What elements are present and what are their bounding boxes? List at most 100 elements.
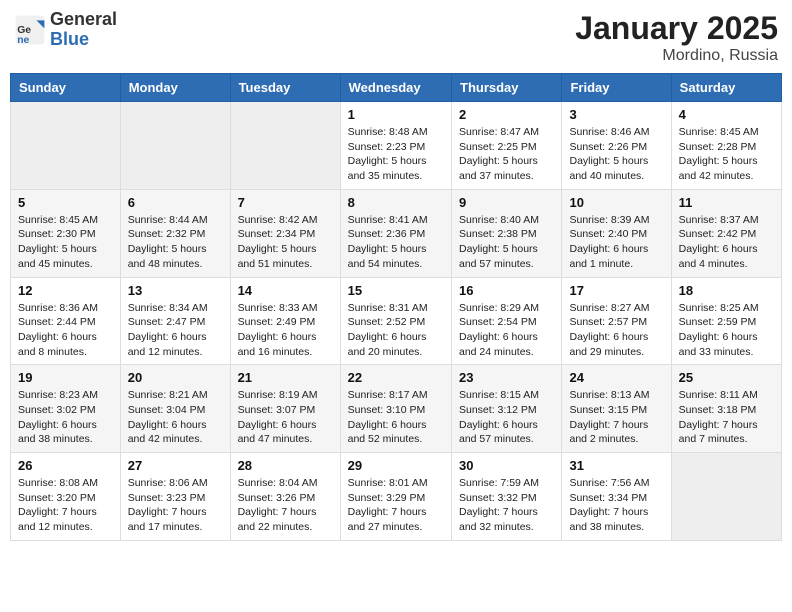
svg-text:ne: ne xyxy=(17,35,29,46)
logo-blue-text: Blue xyxy=(50,30,117,50)
calendar-cell: 11 Sunrise: 8:37 AM Sunset: 2:42 PM Dayli… xyxy=(671,189,781,277)
day-number: 30 xyxy=(459,458,554,473)
calendar-cell xyxy=(671,453,781,541)
day-number: 5 xyxy=(18,195,113,210)
day-info: Sunrise: 8:17 AM Sunset: 3:10 PM Dayligh… xyxy=(348,388,444,447)
day-number: 16 xyxy=(459,283,554,298)
day-info: Sunrise: 8:27 AM Sunset: 2:57 PM Dayligh… xyxy=(569,301,663,360)
day-info: Sunrise: 8:34 AM Sunset: 2:47 PM Dayligh… xyxy=(128,301,223,360)
day-info: Sunrise: 8:46 AM Sunset: 2:26 PM Dayligh… xyxy=(569,125,663,184)
week-row-4: 19Sunrise: 8:23 AM Sunset: 3:02 PM Dayli… xyxy=(11,365,782,453)
day-number: 15 xyxy=(348,283,444,298)
calendar-cell: 23Sunrise: 8:15 AM Sunset: 3:12 PM Dayli… xyxy=(452,365,562,453)
calendar-cell: 8 Sunrise: 8:41 AM Sunset: 2:36 PM Daylig… xyxy=(340,189,451,277)
day-number: 19 xyxy=(18,370,113,385)
day-number: 29 xyxy=(348,458,444,473)
calendar-header-row: SundayMondayTuesdayWednesdayThursdayFrid… xyxy=(11,74,782,102)
calendar-cell: 6 Sunrise: 8:44 AM Sunset: 2:32 PM Daylig… xyxy=(120,189,230,277)
calendar-cell: 1Sunrise: 8:48 AM Sunset: 2:23 PM Daylig… xyxy=(340,102,451,190)
day-header-wednesday: Wednesday xyxy=(340,74,451,102)
day-info: Sunrise: 8:21 AM Sunset: 3:04 PM Dayligh… xyxy=(128,388,223,447)
day-number: 9 xyxy=(459,195,554,210)
day-info: Sunrise: 8:45 AM Sunset: 2:28 PM Dayligh… xyxy=(679,125,774,184)
day-number: 8 xyxy=(348,195,444,210)
day-header-monday: Monday xyxy=(120,74,230,102)
day-number: 23 xyxy=(459,370,554,385)
calendar-cell: 5 Sunrise: 8:45 AM Sunset: 2:30 PM Daylig… xyxy=(11,189,121,277)
day-info: Sunrise: 8:01 AM Sunset: 3:29 PM Dayligh… xyxy=(348,476,444,535)
week-row-1: 1Sunrise: 8:48 AM Sunset: 2:23 PM Daylig… xyxy=(11,102,782,190)
calendar-cell: 21Sunrise: 8:19 AM Sunset: 3:07 PM Dayli… xyxy=(230,365,340,453)
day-info: Sunrise: 8:41 AM Sunset: 2:36 PM Dayligh… xyxy=(348,213,444,272)
day-number: 18 xyxy=(679,283,774,298)
day-info: Sunrise: 8:08 AM Sunset: 3:20 PM Dayligh… xyxy=(18,476,113,535)
logo-general-text: General xyxy=(50,10,117,30)
calendar-cell: 26 Sunrise: 8:08 AM Sunset: 3:20 PM Dayli… xyxy=(11,453,121,541)
day-info: Sunrise: 8:45 AM Sunset: 2:30 PM Dayligh… xyxy=(18,213,113,272)
day-header-tuesday: Tuesday xyxy=(230,74,340,102)
week-row-2: 5 Sunrise: 8:45 AM Sunset: 2:30 PM Daylig… xyxy=(11,189,782,277)
day-number: 2 xyxy=(459,107,554,122)
day-info: Sunrise: 8:36 AM Sunset: 2:44 PM Dayligh… xyxy=(18,301,113,360)
calendar-cell xyxy=(230,102,340,190)
day-number: 11 xyxy=(679,195,774,210)
calendar-cell: 31Sunrise: 7:56 AM Sunset: 3:34 PM Dayli… xyxy=(562,453,671,541)
calendar-cell: 9Sunrise: 8:40 AM Sunset: 2:38 PM Daylig… xyxy=(452,189,562,277)
day-info: Sunrise: 8:29 AM Sunset: 2:54 PM Dayligh… xyxy=(459,301,554,360)
day-info: Sunrise: 7:59 AM Sunset: 3:32 PM Dayligh… xyxy=(459,476,554,535)
day-header-friday: Friday xyxy=(562,74,671,102)
day-info: Sunrise: 7:56 AM Sunset: 3:34 PM Dayligh… xyxy=(569,476,663,535)
day-info: Sunrise: 8:37 AM Sunset: 2:42 PM Dayligh… xyxy=(679,213,774,272)
day-number: 21 xyxy=(238,370,333,385)
day-number: 1 xyxy=(348,107,444,122)
calendar-cell: 3 Sunrise: 8:46 AM Sunset: 2:26 PM Daylig… xyxy=(562,102,671,190)
day-info: Sunrise: 8:44 AM Sunset: 2:32 PM Dayligh… xyxy=(128,213,223,272)
calendar-cell xyxy=(120,102,230,190)
day-number: 13 xyxy=(128,283,223,298)
day-info: Sunrise: 8:42 AM Sunset: 2:34 PM Dayligh… xyxy=(238,213,333,272)
day-number: 6 xyxy=(128,195,223,210)
day-number: 24 xyxy=(569,370,663,385)
day-info: Sunrise: 8:04 AM Sunset: 3:26 PM Dayligh… xyxy=(238,476,333,535)
logo-icon: Ge ne xyxy=(14,14,46,46)
calendar-cell: 29 Sunrise: 8:01 AM Sunset: 3:29 PM Dayli… xyxy=(340,453,451,541)
calendar-cell: 20 Sunrise: 8:21 AM Sunset: 3:04 PM Dayli… xyxy=(120,365,230,453)
calendar-title: January 2025 xyxy=(575,10,778,47)
calendar-cell: 24Sunrise: 8:13 AM Sunset: 3:15 PM Dayli… xyxy=(562,365,671,453)
day-number: 26 xyxy=(18,458,113,473)
calendar-cell: 4 Sunrise: 8:45 AM Sunset: 2:28 PM Daylig… xyxy=(671,102,781,190)
calendar-cell: 14 Sunrise: 8:33 AM Sunset: 2:49 PM Dayli… xyxy=(230,277,340,365)
calendar-cell: 25Sunrise: 8:11 AM Sunset: 3:18 PM Dayli… xyxy=(671,365,781,453)
calendar-cell: 30 Sunrise: 7:59 AM Sunset: 3:32 PM Dayli… xyxy=(452,453,562,541)
calendar-location: Mordino, Russia xyxy=(575,47,778,65)
day-info: Sunrise: 8:06 AM Sunset: 3:23 PM Dayligh… xyxy=(128,476,223,535)
day-number: 10 xyxy=(569,195,663,210)
day-info: Sunrise: 8:33 AM Sunset: 2:49 PM Dayligh… xyxy=(238,301,333,360)
calendar-cell: 28 Sunrise: 8:04 AM Sunset: 3:26 PM Dayli… xyxy=(230,453,340,541)
day-number: 12 xyxy=(18,283,113,298)
day-header-sunday: Sunday xyxy=(11,74,121,102)
day-number: 22 xyxy=(348,370,444,385)
week-row-3: 12 Sunrise: 8:36 AM Sunset: 2:44 PM Dayli… xyxy=(11,277,782,365)
day-number: 4 xyxy=(679,107,774,122)
calendar-cell: 10Sunrise: 8:39 AM Sunset: 2:40 PM Dayli… xyxy=(562,189,671,277)
day-info: Sunrise: 8:25 AM Sunset: 2:59 PM Dayligh… xyxy=(679,301,774,360)
day-number: 20 xyxy=(128,370,223,385)
calendar-cell: 19Sunrise: 8:23 AM Sunset: 3:02 PM Dayli… xyxy=(11,365,121,453)
calendar-cell xyxy=(11,102,121,190)
calendar-cell: 7 Sunrise: 8:42 AM Sunset: 2:34 PM Daylig… xyxy=(230,189,340,277)
calendar-table: SundayMondayTuesdayWednesdayThursdayFrid… xyxy=(10,73,782,541)
calendar-cell: 22 Sunrise: 8:17 AM Sunset: 3:10 PM Dayli… xyxy=(340,365,451,453)
day-info: Sunrise: 8:47 AM Sunset: 2:25 PM Dayligh… xyxy=(459,125,554,184)
day-info: Sunrise: 8:11 AM Sunset: 3:18 PM Dayligh… xyxy=(679,388,774,447)
day-number: 7 xyxy=(238,195,333,210)
logo: Ge ne General Blue xyxy=(14,10,117,50)
day-number: 14 xyxy=(238,283,333,298)
day-number: 3 xyxy=(569,107,663,122)
day-header-saturday: Saturday xyxy=(671,74,781,102)
day-header-thursday: Thursday xyxy=(452,74,562,102)
logo-text: General Blue xyxy=(50,10,117,50)
calendar-cell: 18 Sunrise: 8:25 AM Sunset: 2:59 PM Dayli… xyxy=(671,277,781,365)
day-number: 17 xyxy=(569,283,663,298)
day-number: 28 xyxy=(238,458,333,473)
